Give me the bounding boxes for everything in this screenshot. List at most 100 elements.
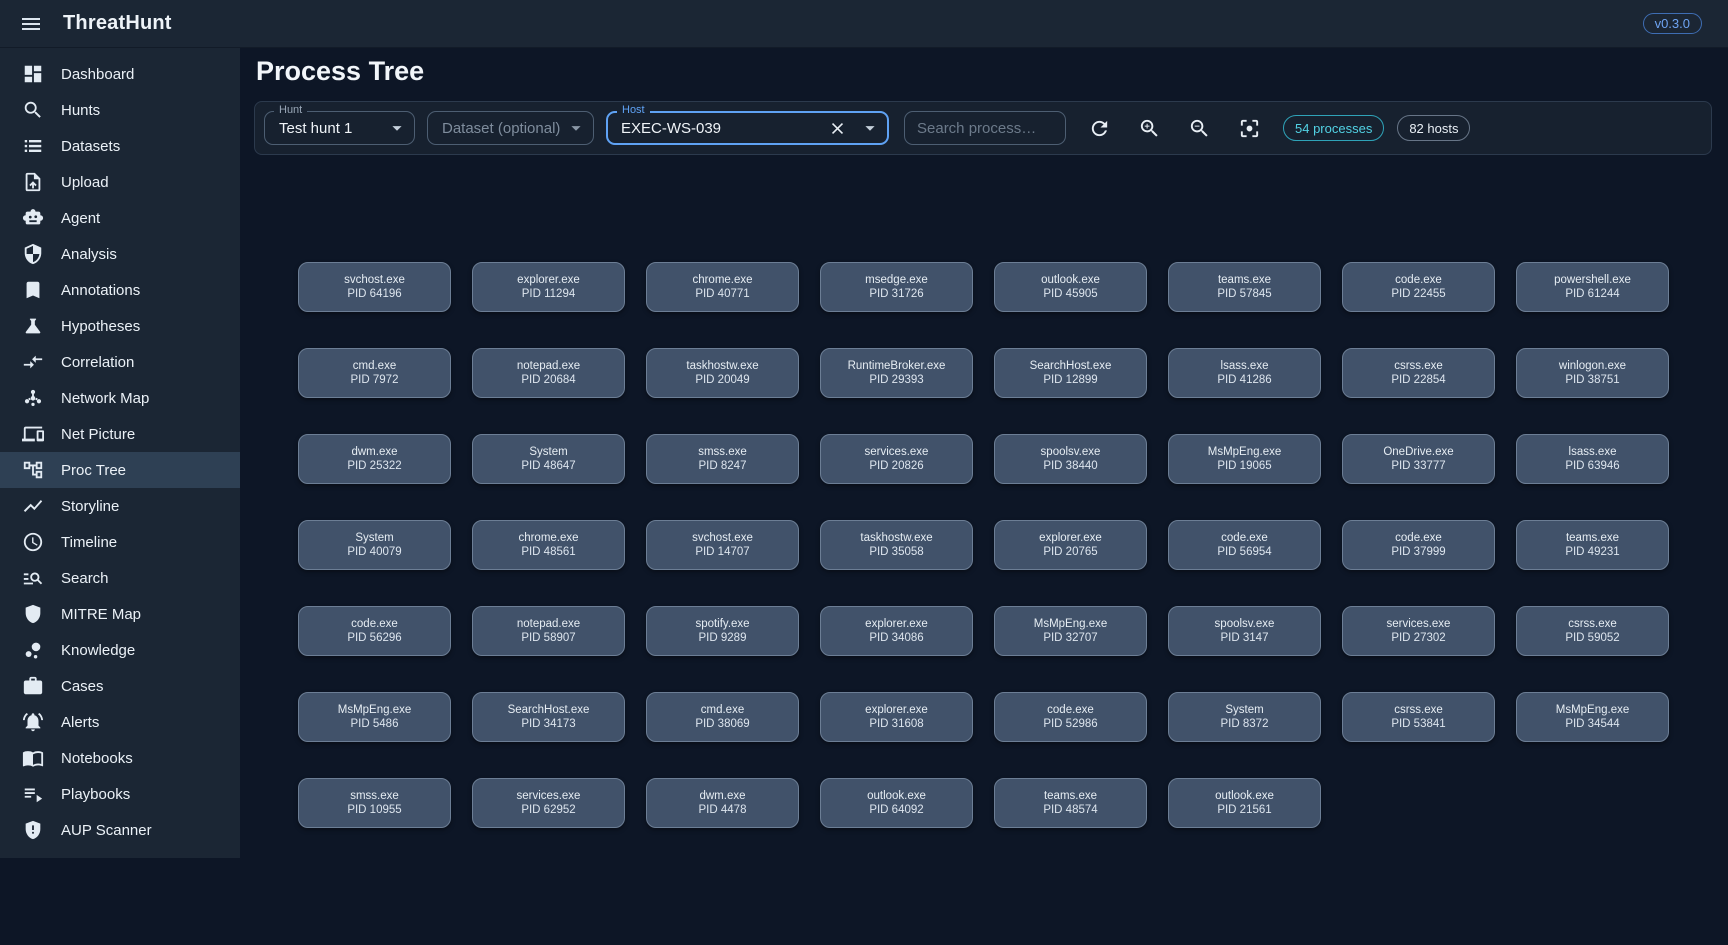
process-node-card[interactable]: teams.exe PID 48574	[994, 778, 1147, 828]
process-node-card[interactable]: csrss.exe PID 22854	[1342, 348, 1495, 398]
refresh-button[interactable]	[1079, 108, 1119, 148]
zoom-out-button[interactable]	[1179, 108, 1219, 148]
host-select[interactable]: Host EXEC-WS-039	[606, 111, 889, 145]
process-node-card[interactable]: dwm.exe PID 4478	[646, 778, 799, 828]
process-node-card[interactable]: teams.exe PID 57845	[1168, 262, 1321, 312]
clear-host-icon[interactable]	[825, 116, 849, 140]
process-node-card[interactable]: code.exe PID 22455	[1342, 262, 1495, 312]
process-node-card[interactable]: notepad.exe PID 58907	[472, 606, 625, 656]
sidebar-item-notebooks[interactable]: Notebooks	[0, 740, 240, 776]
sidebar-item-hypotheses[interactable]: Hypotheses	[0, 308, 240, 344]
process-node-card[interactable]: outlook.exe PID 45905	[994, 262, 1147, 312]
bubbles-icon	[22, 639, 44, 661]
hunt-select[interactable]: Hunt Test hunt 1	[264, 111, 415, 145]
sidebar-item-playbooks[interactable]: Playbooks	[0, 776, 240, 812]
process-node-card[interactable]: notepad.exe PID 20684	[472, 348, 625, 398]
process-node-card[interactable]: code.exe PID 56954	[1168, 520, 1321, 570]
sidebar-item-label: Storyline	[61, 498, 119, 515]
process-node-card[interactable]: MsMpEng.exe PID 32707	[994, 606, 1147, 656]
process-node-card[interactable]: outlook.exe PID 21561	[1168, 778, 1321, 828]
sidebar-item-search[interactable]: Search	[0, 560, 240, 596]
sidebar-item-network-map[interactable]: Network Map	[0, 380, 240, 416]
sidebar-item-mitre-map[interactable]: MITRE Map	[0, 596, 240, 632]
process-node-card[interactable]: SearchHost.exe PID 34173	[472, 692, 625, 742]
process-node-card[interactable]: SearchHost.exe PID 12899	[994, 348, 1147, 398]
process-name: explorer.exe	[865, 703, 928, 717]
process-node-card[interactable]: explorer.exe PID 31608	[820, 692, 973, 742]
process-node-card[interactable]: powershell.exe PID 61244	[1516, 262, 1669, 312]
zoom-in-button[interactable]	[1129, 108, 1169, 148]
sidebar-item-timeline[interactable]: Timeline	[0, 524, 240, 560]
sidebar-item-net-picture[interactable]: Net Picture	[0, 416, 240, 452]
process-node-card[interactable]: services.exe PID 20826	[820, 434, 973, 484]
process-node-card[interactable]: services.exe PID 62952	[472, 778, 625, 828]
process-node-card[interactable]: RuntimeBroker.exe PID 29393	[820, 348, 973, 398]
process-node-card[interactable]: code.exe PID 37999	[1342, 520, 1495, 570]
process-count-chip: 54 processes	[1283, 115, 1384, 141]
process-node-card[interactable]: dwm.exe PID 25322	[298, 434, 451, 484]
process-node-card[interactable]: cmd.exe PID 7972	[298, 348, 451, 398]
process-pid: PID 64196	[347, 287, 401, 301]
sidebar-item-label: MITRE Map	[61, 606, 141, 623]
sidebar-item-cases[interactable]: Cases	[0, 668, 240, 704]
process-node-card[interactable]: spoolsv.exe PID 38440	[994, 434, 1147, 484]
process-node-card[interactable]: csrss.exe PID 59052	[1516, 606, 1669, 656]
process-node-card[interactable]: lsass.exe PID 63946	[1516, 434, 1669, 484]
process-node-card[interactable]: lsass.exe PID 41286	[1168, 348, 1321, 398]
process-node-card[interactable]: System PID 40079	[298, 520, 451, 570]
sidebar-item-label: Hypotheses	[61, 318, 140, 335]
process-node-card[interactable]: msedge.exe PID 31726	[820, 262, 973, 312]
process-node-card[interactable]: smss.exe PID 10955	[298, 778, 451, 828]
process-name: taskhostw.exe	[860, 531, 932, 545]
sidebar-item-alerts[interactable]: Alerts	[0, 704, 240, 740]
process-node-card[interactable]: taskhostw.exe PID 35058	[820, 520, 973, 570]
process-name: powershell.exe	[1554, 273, 1631, 287]
sidebar-item-label: Dashboard	[61, 66, 134, 83]
process-node-card[interactable]: MsMpEng.exe PID 34544	[1516, 692, 1669, 742]
process-node-card[interactable]: explorer.exe PID 20765	[994, 520, 1147, 570]
sidebar-item-aup-scanner[interactable]: AUP Scanner	[0, 812, 240, 848]
process-node-card[interactable]: cmd.exe PID 38069	[646, 692, 799, 742]
process-node-card[interactable]: outlook.exe PID 64092	[820, 778, 973, 828]
process-node-card[interactable]: winlogon.exe PID 38751	[1516, 348, 1669, 398]
menu-icon[interactable]	[16, 9, 46, 39]
process-node-card[interactable]: svchost.exe PID 64196	[298, 262, 451, 312]
process-node-card[interactable]: teams.exe PID 49231	[1516, 520, 1669, 570]
process-node-card[interactable]: smss.exe PID 8247	[646, 434, 799, 484]
process-node-card[interactable]: spotify.exe PID 9289	[646, 606, 799, 656]
process-search-input[interactable]	[917, 120, 1053, 137]
dataset-select[interactable]: Dataset (optional)	[427, 111, 594, 145]
process-node-card[interactable]: code.exe PID 52986	[994, 692, 1147, 742]
process-node-card[interactable]: explorer.exe PID 34086	[820, 606, 973, 656]
process-node-card[interactable]: code.exe PID 56296	[298, 606, 451, 656]
sidebar-item-annotations[interactable]: Annotations	[0, 272, 240, 308]
process-node-card[interactable]: MsMpEng.exe PID 5486	[298, 692, 451, 742]
sidebar-item-datasets[interactable]: Datasets	[0, 128, 240, 164]
process-node-card[interactable]: svchost.exe PID 14707	[646, 520, 799, 570]
process-pid: PID 8247	[699, 459, 747, 473]
process-node-card[interactable]: csrss.exe PID 53841	[1342, 692, 1495, 742]
sidebar-item-hunts[interactable]: Hunts	[0, 92, 240, 128]
sidebar-item-analysis[interactable]: Analysis	[0, 236, 240, 272]
process-node-card[interactable]: System PID 8372	[1168, 692, 1321, 742]
sidebar-item-upload[interactable]: Upload	[0, 164, 240, 200]
sidebar-item-label: Upload	[61, 174, 109, 191]
process-node-card[interactable]: MsMpEng.exe PID 19065	[1168, 434, 1321, 484]
center-view-button[interactable]	[1229, 108, 1269, 148]
process-node-card[interactable]: explorer.exe PID 11294	[472, 262, 625, 312]
process-node-card[interactable]: System PID 48647	[472, 434, 625, 484]
process-node-card[interactable]: OneDrive.exe PID 33777	[1342, 434, 1495, 484]
sidebar-item-correlation[interactable]: Correlation	[0, 344, 240, 380]
sidebar-item-agent[interactable]: Agent	[0, 200, 240, 236]
sidebar-item-dashboard[interactable]: Dashboard	[0, 56, 240, 92]
process-node-card[interactable]: chrome.exe PID 48561	[472, 520, 625, 570]
sidebar-item-knowledge[interactable]: Knowledge	[0, 632, 240, 668]
process-node-card[interactable]: chrome.exe PID 40771	[646, 262, 799, 312]
sidebar-item-storyline[interactable]: Storyline	[0, 488, 240, 524]
process-name: dwm.exe	[351, 445, 397, 459]
sidebar-item-proc-tree[interactable]: Proc Tree	[0, 452, 240, 488]
process-node-card[interactable]: services.exe PID 27302	[1342, 606, 1495, 656]
process-node-card[interactable]: taskhostw.exe PID 20049	[646, 348, 799, 398]
process-pid: PID 31608	[869, 717, 923, 731]
process-node-card[interactable]: spoolsv.exe PID 3147	[1168, 606, 1321, 656]
